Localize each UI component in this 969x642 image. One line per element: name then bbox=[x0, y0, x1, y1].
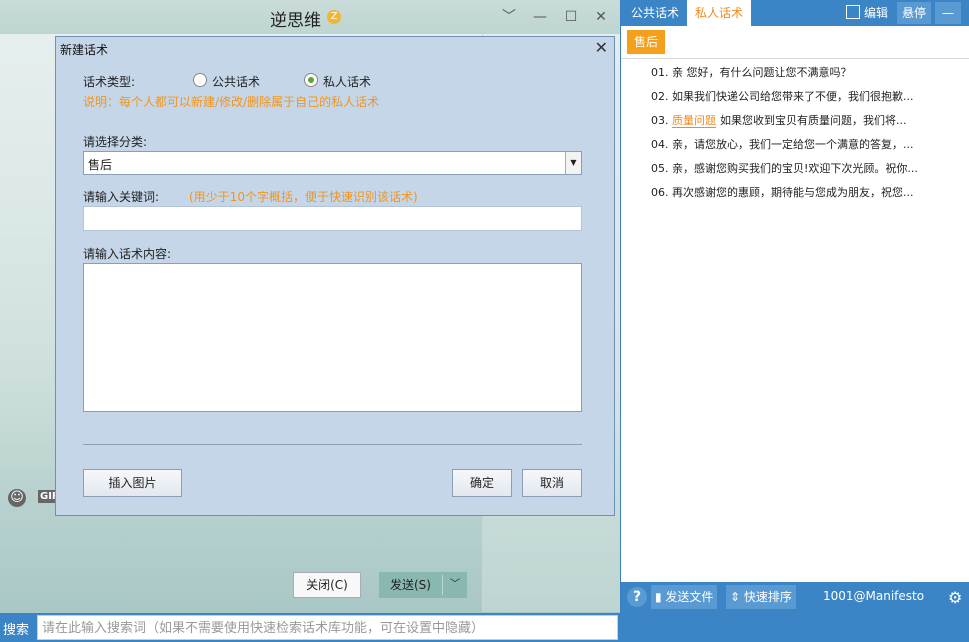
gear-icon[interactable]: ⚙ bbox=[948, 588, 962, 607]
script-panel: 公共话术 私人话术 编辑 悬停 — 售后 01. 亲 您好，有什么问题让您不满意… bbox=[620, 0, 969, 613]
keyword-input[interactable] bbox=[83, 206, 582, 231]
cancel-button[interactable]: 取消 bbox=[522, 469, 582, 497]
edit-button[interactable]: 编辑 bbox=[846, 3, 888, 23]
script-item[interactable]: 05. 亲，感谢您购买我们的宝贝!欢迎下次光顾。祝你... bbox=[651, 159, 966, 179]
script-item-text: 如果我们快递公司给您带来了不便，我们很抱歉... bbox=[672, 90, 914, 103]
send-button-label: 发送(S) bbox=[390, 578, 431, 592]
quick-sort-label: 快速排序 bbox=[743, 590, 792, 604]
script-item-number: 06. bbox=[651, 186, 669, 199]
category-select[interactable]: 售后 ▼ bbox=[83, 151, 582, 175]
tab-public-scripts[interactable]: 公共话术 bbox=[623, 0, 687, 26]
script-item-number: 01. bbox=[651, 66, 669, 79]
panel-bottom-bar: ? ▮ 发送文件 ⇕ 快速排序 1001@Manifesto ⚙ bbox=[621, 582, 969, 613]
dialog-title: 新建话术 bbox=[60, 43, 109, 57]
send-file-label: 发送文件 bbox=[665, 590, 714, 604]
keyword-label: 请输入关键词: bbox=[83, 190, 160, 204]
chat-titlebar: 逆思维 Z ﹀ — ☐ ✕ bbox=[0, 0, 620, 34]
send-file-button[interactable]: ▮ 发送文件 bbox=[651, 585, 718, 609]
minimize-icon[interactable]: — bbox=[529, 6, 551, 28]
search-label: 搜索 bbox=[3, 623, 30, 638]
quick-sort-button[interactable]: ⇕ 快速排序 bbox=[726, 585, 796, 609]
category-label: 请选择分类: bbox=[83, 135, 148, 149]
emoji-icon[interactable]: ☺ bbox=[8, 489, 26, 507]
script-item-text: 亲，感谢您购买我们的宝贝!欢迎下次光顾。祝你... bbox=[672, 162, 918, 175]
ok-button[interactable]: 确定 bbox=[452, 469, 512, 497]
script-item-number: 04. bbox=[651, 138, 669, 151]
maximize-icon[interactable]: ☐ bbox=[560, 6, 582, 28]
close-icon[interactable]: ✕ bbox=[590, 6, 612, 28]
script-item-tag: 质量问题 bbox=[672, 114, 716, 128]
script-item-text: 如果您收到宝贝有质量问题，我们将... bbox=[720, 114, 907, 127]
script-type-note: 说明：每个人都可以新建/修改/删除属于自己的私人话术 bbox=[83, 95, 380, 109]
user-id: 1001@Manifesto bbox=[823, 589, 925, 603]
content-textarea[interactable] bbox=[83, 263, 582, 412]
search-bar: 搜索 bbox=[0, 613, 969, 642]
script-item-number: 02. bbox=[651, 90, 669, 103]
insert-image-button[interactable]: 插入图片 bbox=[83, 469, 182, 497]
script-item[interactable]: 04. 亲，请您放心，我们一定给您一个满意的答复，... bbox=[651, 135, 966, 155]
content-label: 请输入话术内容: bbox=[83, 247, 172, 261]
script-item-text: 亲 您好，有什么问题让您不满意吗？ bbox=[672, 66, 852, 79]
radio-public-label[interactable]: 公共话术 bbox=[212, 73, 260, 90]
panel-divider bbox=[621, 58, 969, 59]
script-item-text: 再次感谢您的惠顾，期待能与您成为朋友，祝您... bbox=[672, 186, 914, 199]
chat-title: 逆思维 bbox=[270, 11, 321, 31]
edit-icon bbox=[846, 5, 860, 19]
send-button[interactable]: 发送(S) ﹀ bbox=[379, 572, 467, 598]
panel-tabs: 公共话术 私人话术 编辑 悬停 — bbox=[621, 0, 969, 26]
pin-button[interactable]: 悬停 bbox=[897, 2, 931, 24]
dropdown-arrow-icon[interactable]: ▼ bbox=[565, 152, 581, 174]
script-item-number: 03. bbox=[651, 114, 669, 127]
script-item[interactable]: 06. 再次感谢您的惠顾，期待能与您成为朋友，祝您... bbox=[651, 183, 966, 203]
radio-public[interactable] bbox=[193, 73, 207, 87]
script-item[interactable]: 03. 质量问题 如果您收到宝贝有质量问题，我们将... bbox=[651, 111, 966, 131]
script-type-label: 话术类型: bbox=[83, 75, 136, 89]
radio-private-label[interactable]: 私人话术 bbox=[323, 73, 371, 90]
script-item-number: 05. bbox=[651, 162, 669, 175]
file-icon: ▮ bbox=[655, 590, 666, 604]
radio-private[interactable] bbox=[304, 73, 318, 87]
title-badge-icon: Z bbox=[327, 10, 341, 24]
new-script-dialog: 新建话术 ✕ 话术类型: 公共话术 私人话术 说明：每个人都可以新建/修改/删除… bbox=[55, 36, 615, 516]
script-item[interactable]: 01. 亲 您好，有什么问题让您不满意吗？ bbox=[651, 63, 966, 83]
dialog-close-icon[interactable]: ✕ bbox=[595, 38, 608, 57]
dialog-divider bbox=[83, 444, 582, 445]
search-input[interactable] bbox=[37, 615, 618, 640]
category-select-value: 售后 bbox=[88, 158, 113, 172]
close-chat-button[interactable]: 关闭(C) bbox=[293, 572, 361, 598]
help-icon[interactable]: ? bbox=[627, 587, 647, 607]
keyword-hint: (用少于10个字概括，便于快速识别该话术) bbox=[189, 190, 418, 204]
chevron-down-icon[interactable]: ﹀ bbox=[498, 6, 520, 28]
category-chip[interactable]: 售后 bbox=[627, 30, 665, 54]
script-item[interactable]: 02. 如果我们快递公司给您带来了不便，我们很抱歉... bbox=[651, 87, 966, 107]
tab-private-scripts[interactable]: 私人话术 bbox=[687, 0, 752, 26]
panel-minimize-button[interactable]: — bbox=[935, 2, 961, 24]
script-item-text: 亲，请您放心，我们一定给您一个满意的答复，... bbox=[672, 138, 914, 151]
edit-button-label: 编辑 bbox=[864, 6, 889, 20]
sort-icon: ⇕ bbox=[730, 590, 744, 604]
send-options-chevron-icon[interactable]: ﹀ bbox=[443, 572, 467, 598]
